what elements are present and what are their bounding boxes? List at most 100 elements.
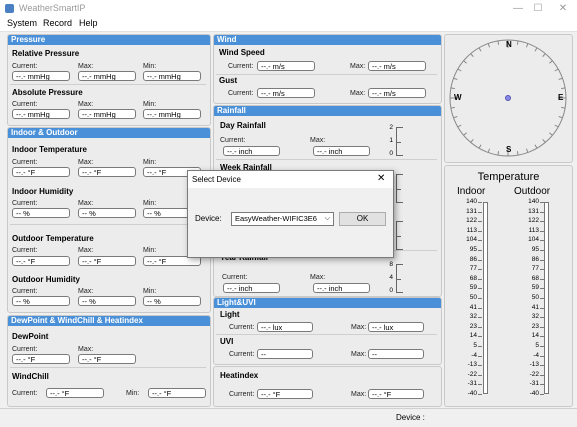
compass-tick <box>450 106 455 109</box>
absolute-pressure-current-field[interactable]: --.- mmHg <box>12 109 70 119</box>
status-bar: Device : <box>0 408 577 427</box>
outdoor-hum-max-field[interactable]: -- % <box>78 296 136 306</box>
menu-record[interactable]: Record <box>43 18 72 28</box>
light-current-field[interactable]: --.- lux <box>257 322 313 332</box>
window-title: WeatherSmartIP <box>19 3 86 13</box>
temperature-tick <box>478 317 482 319</box>
max-label: Max: <box>350 63 366 70</box>
day-rainfall-max-field[interactable]: --.- inch <box>313 146 370 156</box>
compass-tick <box>478 144 482 149</box>
compass-tick <box>516 40 519 45</box>
compass-tick <box>561 87 566 90</box>
device-select[interactable]: EasyWeather-WIFIC3E6 ⌵ <box>231 212 334 226</box>
dewpoint-current-field[interactable]: --.- °F <box>12 354 70 364</box>
menu-help[interactable]: Help <box>79 18 98 28</box>
compass-tick <box>558 115 563 119</box>
compass-north-label: N <box>506 40 512 49</box>
month-rainfall-gauge <box>396 221 403 250</box>
temperature-tick <box>478 230 482 232</box>
compass-tick <box>516 151 519 156</box>
heatindex-current-field[interactable]: --.- °F <box>257 389 313 399</box>
menu-bar: System Record Help <box>0 17 577 32</box>
app-icon <box>5 4 14 13</box>
compass-tick <box>554 68 559 72</box>
divider <box>10 84 206 85</box>
outdoor-temp-max-field[interactable]: --.- °F <box>78 256 136 266</box>
dewpoint-max-field[interactable]: --.- °F <box>78 354 136 364</box>
max-label: Max: <box>78 346 94 353</box>
current-label: Current: <box>12 159 38 166</box>
temperature-tick <box>478 384 482 386</box>
device-select-value: EasyWeather-WIFIC3E6 <box>235 214 317 223</box>
outdoor-hum-current-field[interactable]: -- % <box>12 296 70 306</box>
temperature-tick <box>478 298 482 299</box>
day-rainfall-gauge <box>396 127 403 156</box>
year-rainfall-current-field[interactable]: --.- inch <box>223 283 280 293</box>
indoor-temperature-title: Indoor Temperature <box>12 145 87 154</box>
temperature-tick <box>540 394 544 395</box>
compass-dial <box>449 39 567 157</box>
temperature-tick-label: -40 <box>467 390 477 397</box>
compass-tick <box>478 47 482 52</box>
current-label: Current: <box>222 274 248 281</box>
compass-tick <box>525 148 529 153</box>
compass-tick <box>561 106 566 109</box>
compass-tick <box>453 77 458 81</box>
divider <box>216 334 437 335</box>
indoor-hum-current-field[interactable]: -- % <box>12 208 70 218</box>
uvi-current-field[interactable]: -- <box>257 349 313 359</box>
light-max-field[interactable]: --.- lux <box>368 322 424 332</box>
menu-system[interactable]: System <box>7 18 37 28</box>
temperature-tick <box>478 288 482 290</box>
temperature-tick-label: 23 <box>469 322 477 330</box>
day-rainfall-current-field[interactable]: --.- inch <box>223 146 280 156</box>
year-rainfall-max-field[interactable]: --.- inch <box>313 283 370 293</box>
close-window-icon[interactable]: ✕ <box>553 2 573 15</box>
compass-tick <box>542 139 546 143</box>
relative-pressure-max-field[interactable]: --.- mmHg <box>78 71 136 81</box>
indoor-outdoor-header: Indoor & Outdoor <box>8 128 210 138</box>
ok-button[interactable]: OK <box>339 212 386 226</box>
wind-speed-max-field[interactable]: --.- m/s <box>368 61 426 71</box>
uvi-max-field[interactable]: -- <box>368 349 424 359</box>
compass-tick <box>470 139 474 143</box>
indoor-temp-max-field[interactable]: --.- °F <box>78 167 136 177</box>
max-label: Max: <box>78 247 94 254</box>
indoor-temp-current-field[interactable]: --.- °F <box>12 167 70 177</box>
temperature-tick-label: 68 <box>469 274 477 282</box>
windchill-current-field[interactable]: --.- °F <box>46 388 104 398</box>
outdoor-temp-current-field[interactable]: --.- °F <box>12 256 70 266</box>
absolute-pressure-min-field[interactable]: --.- mmHg <box>143 109 201 119</box>
min-label: Min: <box>143 288 157 295</box>
light-uvi-header: Light&UVI <box>214 298 441 308</box>
gust-max-field[interactable]: --.- m/s <box>368 88 426 98</box>
absolute-pressure-max-field[interactable]: --.- mmHg <box>78 109 136 119</box>
indoor-hum-max-field[interactable]: -- % <box>78 208 136 218</box>
temperature-tick-label: -4 <box>471 351 477 359</box>
outdoor-hum-min-field[interactable]: -- % <box>143 296 201 306</box>
compass-tick <box>450 87 455 90</box>
compass-tick <box>554 124 559 128</box>
maximize-icon[interactable]: ☐ <box>528 2 548 15</box>
relative-pressure-min-field[interactable]: --.- mmHg <box>143 71 201 81</box>
min-label: Min: <box>143 63 157 70</box>
temperature-tick-label: 14 <box>531 332 539 340</box>
windchill-min-field[interactable]: --.- °F <box>148 388 206 398</box>
minimize-icon[interactable]: — <box>508 2 528 15</box>
gust-current-field[interactable]: --.- m/s <box>257 88 315 98</box>
relative-pressure-current-field[interactable]: --.- mmHg <box>12 71 70 81</box>
status-device-label: Device : <box>396 413 425 422</box>
wind-speed-title: Wind Speed <box>219 48 265 57</box>
title-bar: WeatherSmartIP — ☐ ✕ <box>0 0 577 17</box>
dialog-body: Device: EasyWeather-WIFIC3E6 ⌵ OK <box>188 188 393 257</box>
temperature-tick-label: 86 <box>469 255 477 263</box>
wind-speed-current-field[interactable]: --.- m/s <box>257 61 315 71</box>
max-label: Max: <box>78 159 94 166</box>
temperature-tick-label: -40 <box>529 390 539 397</box>
min-label: Min: <box>143 247 157 254</box>
temperature-tick <box>478 202 482 203</box>
temperature-tick-label: -31 <box>467 380 477 388</box>
heatindex-max-field[interactable]: --.- °F <box>368 389 424 399</box>
dialog-close-icon[interactable]: ✕ <box>377 173 385 184</box>
temperature-tick-label: 131 <box>528 207 539 215</box>
